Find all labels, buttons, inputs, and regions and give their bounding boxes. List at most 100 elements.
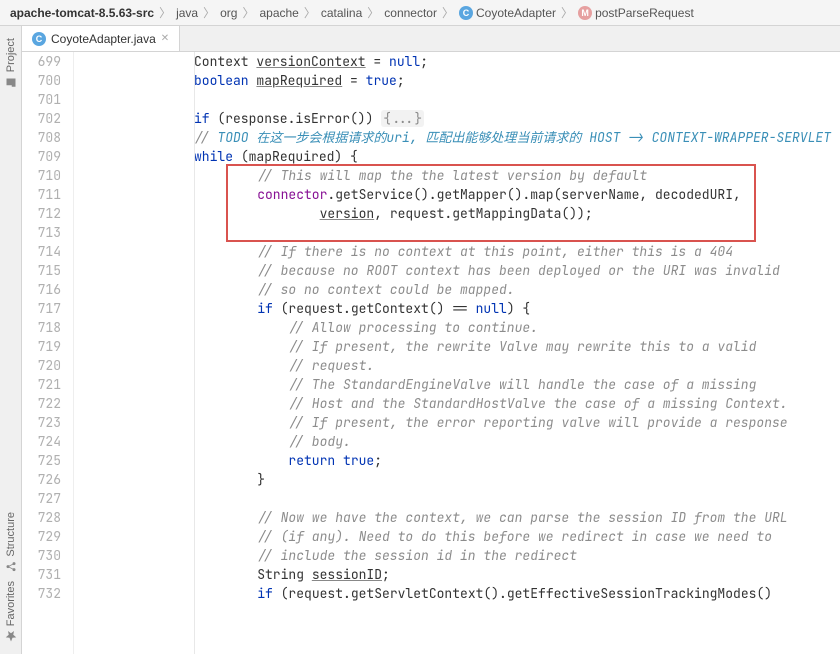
code-line[interactable]: // If present, the error reporting valve… [82,413,840,432]
code-line[interactable]: // TODO 在这一步会根据请求的uri, 匹配出能够处理当前请求的 HOST… [82,128,840,147]
code-line[interactable]: // include the session id in the redirec… [82,546,840,565]
line-number: 699 [22,52,61,71]
line-gutter: 6997007017027087097107117127137147157167… [22,52,74,654]
close-icon[interactable]: ✕ [161,33,169,44]
code-line[interactable]: // If there is no context at this point,… [82,242,840,261]
tool-structure-label: Structure [5,512,17,557]
code-line[interactable]: // The StandardEngineValve will handle t… [82,375,840,394]
breadcrumb-item[interactable]: org [218,6,239,20]
line-number: 723 [22,413,61,432]
line-number: 712 [22,204,61,223]
code-line[interactable]: // (if any). Need to do this before we r… [82,527,840,546]
left-tool-strip: Project Structure Favorites [0,26,22,654]
star-icon [5,630,17,642]
structure-icon [5,561,17,573]
code-line[interactable]: // Allow processing to continue. [82,318,840,337]
code-line[interactable]: // Now we have the context, we can parse… [82,508,840,527]
bottom-tools: Structure Favorites [5,508,17,646]
breadcrumb-item[interactable]: connector [382,6,439,20]
line-number: 710 [22,166,61,185]
breadcrumb-label: postParseRequest [595,6,694,20]
breadcrumb-item[interactable]: catalina [319,6,364,20]
chevron-right-icon: 〉 [304,4,316,21]
code-line[interactable]: while (mapRequired) { [82,147,840,166]
line-number: 732 [22,584,61,603]
code-line[interactable]: // If present, the rewrite Valve may rew… [82,337,840,356]
breadcrumb-item[interactable]: apache-tomcat-8.5.63-src [8,6,156,20]
line-number: 730 [22,546,61,565]
line-number: 715 [22,261,61,280]
breadcrumb-item[interactable]: java [174,6,200,20]
line-number: 726 [22,470,61,489]
line-number: 722 [22,394,61,413]
tab-label: CoyoteAdapter.java [51,32,156,46]
line-number: 717 [22,299,61,318]
line-number: 724 [22,432,61,451]
line-number: 725 [22,451,61,470]
breadcrumb-label: apache [259,6,298,20]
tab-coyoteadapter[interactable]: C CoyoteAdapter.java ✕ [22,26,180,51]
breadcrumb-label: java [176,6,198,20]
tool-project-label: Project [5,38,17,72]
method-icon: M [578,6,592,20]
code-line[interactable]: // because no ROOT context has been depl… [82,261,840,280]
code-line[interactable] [82,489,840,508]
line-number: 727 [22,489,61,508]
code-line[interactable]: version, request.getMappingData()); [82,204,840,223]
code-content[interactable]: Context versionContext = null;boolean ma… [74,52,840,654]
breadcrumb-item[interactable]: CCoyoteAdapter [457,6,558,20]
line-number: 713 [22,223,61,242]
breadcrumb-label: org [220,6,237,20]
class-icon: C [32,32,46,46]
chevron-right-icon: 〉 [159,4,171,21]
chevron-right-icon: 〉 [242,4,254,21]
code-line[interactable]: // request. [82,356,840,375]
line-number: 709 [22,147,61,166]
chevron-right-icon: 〉 [561,4,573,21]
breadcrumb-label: connector [384,6,437,20]
tool-favorites-label: Favorites [5,581,17,626]
editor-tabs: C CoyoteAdapter.java ✕ [22,26,840,52]
breadcrumb-label: catalina [321,6,362,20]
chevron-right-icon: 〉 [203,4,215,21]
tool-favorites[interactable]: Favorites [5,577,17,646]
line-number: 721 [22,375,61,394]
code-line[interactable]: connector.getService().getMapper().map(s… [82,185,840,204]
code-line[interactable]: // body. [82,432,840,451]
code-line[interactable]: // so no context could be mapped. [82,280,840,299]
breadcrumb-label: CoyoteAdapter [476,6,556,20]
line-number: 700 [22,71,61,90]
tool-project[interactable]: Project [5,34,17,92]
code-line[interactable]: boolean mapRequired = true; [82,71,840,90]
line-number: 701 [22,90,61,109]
line-number: 708 [22,128,61,147]
breadcrumb-item[interactable]: MpostParseRequest [576,6,696,20]
code-line[interactable]: String sessionID; [82,565,840,584]
main-area: Project Structure Favorites C CoyoteAdap… [0,26,840,654]
line-number: 720 [22,356,61,375]
code-line[interactable]: if (request.getServletContext().getEffec… [82,584,840,603]
code-line[interactable]: if (response.isError()) {...} [82,109,840,128]
margin-guide [194,52,195,654]
project-icon [5,76,17,88]
line-number: 711 [22,185,61,204]
chevron-right-icon: 〉 [367,4,379,21]
code-line[interactable]: Context versionContext = null; [82,52,840,71]
code-line[interactable] [82,223,840,242]
line-number: 716 [22,280,61,299]
breadcrumb[interactable]: apache-tomcat-8.5.63-src 〉 java 〉 org 〉 apache… [0,0,840,26]
line-number: 731 [22,565,61,584]
code-editor[interactable]: 6997007017027087097107117127137147157167… [22,52,840,654]
breadcrumb-item[interactable]: apache [257,6,300,20]
code-line[interactable]: // This will map the the latest version … [82,166,840,185]
code-line[interactable] [82,90,840,109]
tool-structure[interactable]: Structure [5,508,17,577]
breadcrumb-label: apache-tomcat-8.5.63-src [10,6,154,20]
line-number: 718 [22,318,61,337]
code-line[interactable]: if (request.getContext() == null) { [82,299,840,318]
chevron-right-icon: 〉 [442,4,454,21]
code-line[interactable]: // Host and the StandardHostValve the ca… [82,394,840,413]
line-number: 702 [22,109,61,128]
code-line[interactable]: return true; [82,451,840,470]
code-line[interactable]: } [82,470,840,489]
